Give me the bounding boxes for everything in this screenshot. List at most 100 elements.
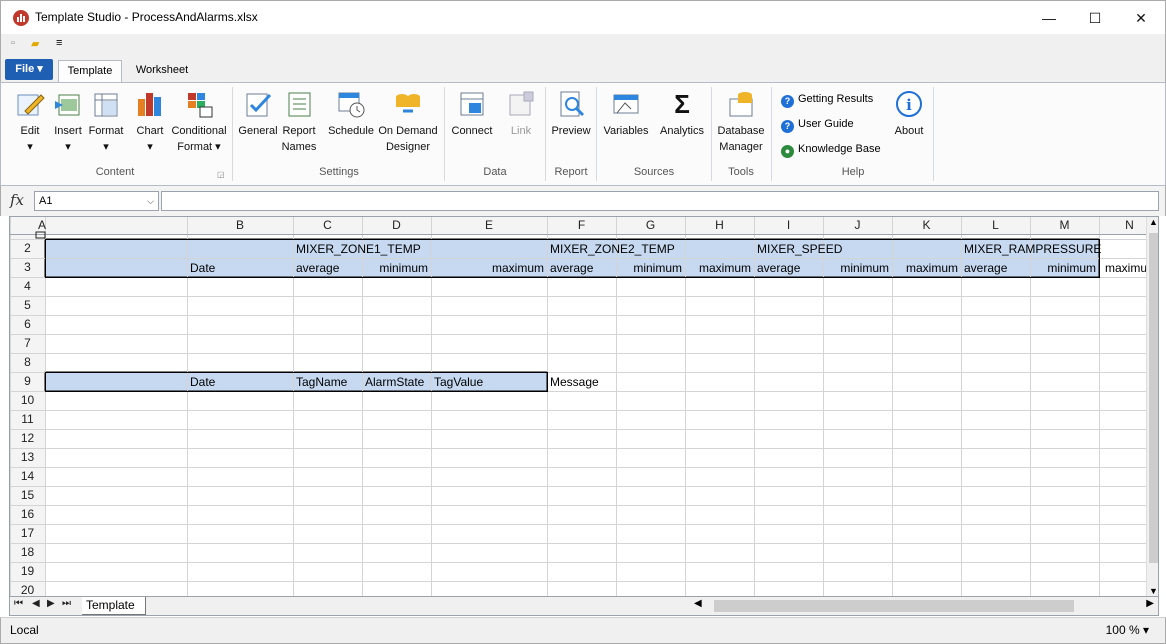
preview-button[interactable]: Preview bbox=[549, 89, 593, 139]
scroll-up-icon[interactable]: ▲ bbox=[1149, 217, 1158, 227]
content-dialog-launcher-icon[interactable]: ◲ bbox=[217, 167, 225, 183]
maximize-button[interactable]: ☐ bbox=[1072, 1, 1118, 35]
cell-M3[interactable]: minimum bbox=[1030, 261, 1096, 275]
scroll-left-icon[interactable]: ◀ bbox=[694, 598, 702, 609]
cell-F3[interactable]: average bbox=[550, 261, 593, 275]
column-header-D[interactable]: D bbox=[362, 217, 431, 234]
column-header-M[interactable]: M bbox=[1030, 217, 1099, 234]
scroll-down-icon[interactable]: ▼ bbox=[1149, 586, 1158, 596]
tab-worksheet[interactable]: Worksheet bbox=[129, 60, 195, 82]
row-header-16[interactable]: 16 bbox=[10, 505, 45, 524]
variables-button[interactable]: Variables bbox=[601, 89, 651, 139]
column-header-E[interactable]: E bbox=[431, 217, 547, 234]
new-file-icon[interactable]: ▫ bbox=[11, 37, 15, 49]
column-header-L[interactable]: L bbox=[961, 217, 1030, 234]
column-header-A[interactable]: A bbox=[36, 217, 48, 234]
prev-sheet-icon[interactable]: ◀ bbox=[32, 598, 40, 609]
edit-button[interactable]: Edit ▾ bbox=[13, 89, 47, 155]
row-header-7[interactable]: 7 bbox=[10, 334, 45, 353]
database-manager-button[interactable]: Database Manager bbox=[715, 89, 767, 155]
row-header-19[interactable]: 19 bbox=[10, 562, 45, 581]
cell-G3[interactable]: minimum bbox=[616, 261, 682, 275]
on-demand-designer-button[interactable]: On Demand Designer bbox=[377, 89, 439, 155]
cell-J3[interactable]: minimum bbox=[823, 261, 889, 275]
row-header-13[interactable]: 13 bbox=[10, 448, 45, 467]
cell-F2[interactable]: MIXER_ZONE2_TEMP bbox=[550, 242, 675, 256]
connect-button[interactable]: Connect bbox=[449, 89, 495, 139]
scroll-right-icon[interactable]: ▶ bbox=[1146, 598, 1154, 609]
link-button[interactable]: Link bbox=[501, 89, 541, 139]
row-header-5[interactable]: 5 bbox=[10, 296, 45, 315]
column-header-B[interactable]: B bbox=[187, 217, 293, 234]
cell-B3[interactable]: Date bbox=[190, 261, 215, 275]
format-button[interactable]: Format ▾ bbox=[87, 89, 125, 155]
column-header-K[interactable]: K bbox=[892, 217, 961, 234]
row-header-15[interactable]: 15 bbox=[10, 486, 45, 505]
cell-B9[interactable]: Date bbox=[190, 375, 215, 389]
row-header-12[interactable]: 12 bbox=[10, 429, 45, 448]
cell-L3[interactable]: average bbox=[964, 261, 1007, 275]
cell-C3[interactable]: average bbox=[296, 261, 339, 275]
next-sheet-icon[interactable]: ▶ bbox=[47, 598, 55, 609]
cell-H3[interactable]: maximum bbox=[685, 261, 751, 275]
general-button[interactable]: General bbox=[237, 89, 279, 139]
getting-results-link[interactable]: ? Getting Results bbox=[781, 93, 873, 108]
worksheet-grid[interactable]: ABCDEFGHIJKLMNO 123456789101112131415161… bbox=[9, 216, 1159, 597]
close-button[interactable]: ✕ bbox=[1118, 1, 1164, 35]
formula-input[interactable] bbox=[161, 191, 1159, 211]
user-guide-link[interactable]: ? User Guide bbox=[781, 118, 854, 133]
conditional-format-button[interactable]: Conditional Format ▾ bbox=[169, 89, 229, 155]
row-header-2[interactable]: 2 bbox=[10, 239, 45, 258]
first-sheet-icon[interactable]: ⏮ bbox=[14, 598, 23, 609]
insert-button[interactable]: Insert ▾ bbox=[51, 89, 85, 155]
scroll-thumb[interactable] bbox=[714, 600, 1074, 612]
chart-button[interactable]: Chart ▾ bbox=[133, 89, 167, 155]
cell-E3[interactable]: maximum bbox=[431, 261, 544, 275]
cell-D9[interactable]: AlarmState bbox=[365, 375, 424, 389]
row-header-20[interactable]: 20 bbox=[10, 581, 45, 596]
vertical-scrollbar[interactable]: ▲ ▼ bbox=[1146, 217, 1158, 596]
row-header-6[interactable]: 6 bbox=[10, 315, 45, 334]
column-header-J[interactable]: J bbox=[823, 217, 892, 234]
cell-L2[interactable]: MIXER_RAMPRESSURE bbox=[964, 242, 1101, 256]
row-header-8[interactable]: 8 bbox=[10, 353, 45, 372]
last-sheet-icon[interactable]: ⏭ bbox=[62, 598, 71, 609]
tab-template[interactable]: Template bbox=[58, 60, 122, 82]
cell-C2[interactable]: MIXER_ZONE1_TEMP bbox=[296, 242, 421, 256]
row-header-17[interactable]: 17 bbox=[10, 524, 45, 543]
row-header-3[interactable]: 3 bbox=[10, 258, 45, 277]
name-box[interactable]: A1 ⌵ bbox=[34, 191, 159, 211]
report-names-button[interactable]: Report Names bbox=[281, 89, 317, 155]
analytics-button[interactable]: Σ Analytics bbox=[657, 89, 707, 139]
column-header-F[interactable]: F bbox=[547, 217, 616, 234]
cell-C9[interactable]: TagName bbox=[296, 375, 347, 389]
qat-customize-icon[interactable]: ≡ bbox=[56, 37, 62, 49]
cell-I2[interactable]: MIXER_SPEED bbox=[757, 242, 842, 256]
knowledge-base-link[interactable]: ● Knowledge Base bbox=[781, 143, 881, 158]
function-icon[interactable]: fx bbox=[10, 191, 24, 209]
cell-K3[interactable]: maximum bbox=[892, 261, 958, 275]
sheet-tab-template[interactable]: Template bbox=[82, 597, 146, 615]
zoom-control[interactable]: 100 % ▾ bbox=[1106, 623, 1149, 637]
row-header-9[interactable]: 9 bbox=[10, 372, 45, 391]
row-header-18[interactable]: 18 bbox=[10, 543, 45, 562]
horizontal-scrollbar[interactable]: ◀ ▶ bbox=[690, 598, 1158, 614]
cell-D3[interactable]: minimum bbox=[362, 261, 428, 275]
row-header-10[interactable]: 10 bbox=[10, 391, 45, 410]
column-header-H[interactable]: H bbox=[685, 217, 754, 234]
cell-E9[interactable]: TagValue bbox=[434, 375, 483, 389]
file-tab[interactable]: File ▾ bbox=[5, 59, 53, 80]
schedule-button[interactable]: Schedule bbox=[327, 89, 375, 139]
cell-F9[interactable]: Message bbox=[550, 375, 599, 389]
about-button[interactable]: i About bbox=[887, 89, 931, 139]
row-header-11[interactable]: 11 bbox=[10, 410, 45, 429]
minimize-button[interactable]: — bbox=[1026, 1, 1072, 35]
column-header-I[interactable]: I bbox=[754, 217, 823, 234]
row-header-4[interactable]: 4 bbox=[10, 277, 45, 296]
cell-I3[interactable]: average bbox=[757, 261, 800, 275]
column-header-C[interactable]: C bbox=[293, 217, 362, 234]
chevron-down-icon[interactable]: ⌵ bbox=[147, 192, 154, 210]
row-header-14[interactable]: 14 bbox=[10, 467, 45, 486]
scroll-thumb[interactable] bbox=[1149, 233, 1158, 563]
column-header-G[interactable]: G bbox=[616, 217, 685, 234]
